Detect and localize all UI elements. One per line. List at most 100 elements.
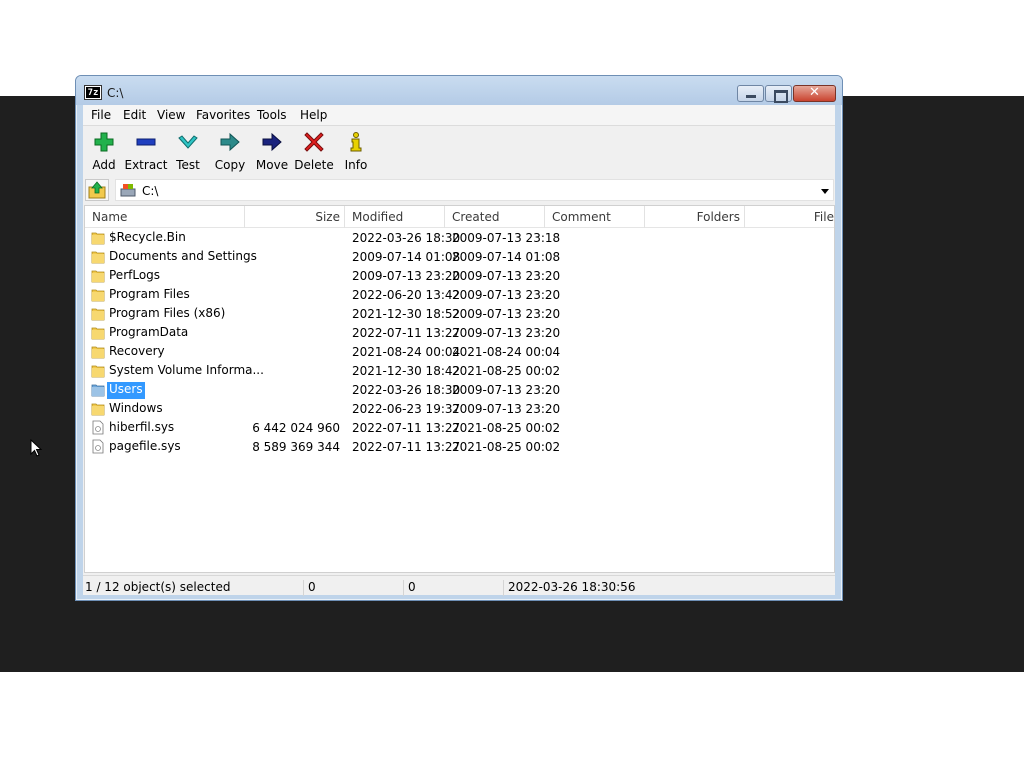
move-arrow-icon <box>262 132 282 152</box>
x-icon <box>304 132 324 152</box>
row-name: Windows <box>109 401 163 415</box>
table-row[interactable]: ProgramData 2022-07-11 13:27 2009-07-13 23… <box>85 323 834 342</box>
toolbar: Add Extract Test Copy Move Delete Info <box>83 125 835 177</box>
add-button[interactable]: Add <box>83 128 125 176</box>
close-icon: ✕ <box>809 85 820 100</box>
file-list[interactable]: Name Size Modified Created Comment Folde… <box>84 205 835 573</box>
up-folder-button[interactable] <box>85 179 109 201</box>
app-icon: 7z <box>84 85 102 100</box>
row-created: 2009-07-13 23:20 <box>452 288 561 302</box>
column-folders[interactable]: Folders <box>645 206 745 228</box>
row-modified: 2022-03-26 18:30 <box>352 231 461 245</box>
row-created: 2009-07-13 23:20 <box>452 383 561 397</box>
menu-edit[interactable]: Edit <box>123 108 146 122</box>
row-created: 2021-08-24 00:04 <box>452 345 561 359</box>
menu-view[interactable]: View <box>157 108 185 122</box>
row-created: 2021-08-25 00:02 <box>452 421 561 435</box>
window-client: File Edit View Favorites Tools Help Add … <box>83 105 835 596</box>
column-name[interactable]: Name <box>85 206 245 228</box>
table-row[interactable]: Windows 2022-06-23 19:37 2009-07-13 23:20 <box>85 399 834 418</box>
folder-icon <box>91 251 105 264</box>
maximize-button[interactable] <box>765 85 792 103</box>
column-size[interactable]: Size <box>245 206 345 228</box>
table-row[interactable]: Users 2022-03-26 18:30 2009-07-13 23:20 <box>85 380 834 399</box>
row-created: 2009-07-13 23:20 <box>452 269 561 283</box>
move-button[interactable]: Move <box>251 128 293 176</box>
minus-icon <box>136 138 156 146</box>
column-created[interactable]: Created <box>445 206 545 228</box>
row-name: pagefile.sys <box>109 439 181 453</box>
address-field[interactable]: C:\ <box>115 179 834 201</box>
row-created: 2021-08-25 00:02 <box>452 440 561 454</box>
row-modified: 2021-12-30 18:42 <box>352 364 461 378</box>
copy-button[interactable]: Copy <box>209 128 251 176</box>
close-button[interactable]: ✕ <box>793 85 836 102</box>
copy-arrow-icon <box>220 132 240 152</box>
info-icon <box>350 132 362 152</box>
row-size: 8 589 369 344 <box>252 440 340 454</box>
status-selection: 1 / 12 object(s) selected <box>85 580 231 594</box>
row-name: Recovery <box>109 344 165 358</box>
folder-icon <box>91 346 105 359</box>
row-created: 2009-07-13 23:20 <box>452 326 561 340</box>
test-button[interactable]: Test <box>167 128 209 176</box>
window-title: C:\ <box>107 86 124 100</box>
row-name: Documents and Settings <box>109 249 257 263</box>
row-modified: 2009-07-13 23:20 <box>352 269 461 283</box>
table-row[interactable]: Program Files 2022-06-20 13:42 2009-07-13 … <box>85 285 834 304</box>
file-icon <box>92 420 104 435</box>
7zip-window: 7z C:\ ✕ File Edit View Favorites Tools … <box>75 75 843 601</box>
row-modified: 2009-07-14 01:08 <box>352 250 461 264</box>
delete-button[interactable]: Delete <box>293 128 335 176</box>
extract-button[interactable]: Extract <box>125 128 167 176</box>
status-size: 0 <box>303 580 403 596</box>
plus-icon <box>94 132 114 152</box>
table-row[interactable]: PerfLogs 2009-07-13 23:20 2009-07-13 23:20 <box>85 266 834 285</box>
title-bar[interactable]: 7z C:\ ✕ <box>76 76 842 105</box>
menu-help[interactable]: Help <box>300 108 327 122</box>
column-header: Name Size Modified Created Comment Folde… <box>85 206 834 228</box>
row-modified: 2021-12-30 18:52 <box>352 307 461 321</box>
row-modified: 2022-03-26 18:30 <box>352 383 461 397</box>
chevron-down-icon[interactable] <box>821 189 829 194</box>
menu-tools[interactable]: Tools <box>257 108 287 122</box>
table-row[interactable]: $Recycle.Bin 2022-03-26 18:30 2009-07-13 2… <box>85 228 834 247</box>
row-size: 6 442 024 960 <box>252 421 340 435</box>
menu-file[interactable]: File <box>91 108 111 122</box>
mouse-cursor-icon <box>30 439 43 457</box>
folder-icon <box>91 232 105 245</box>
row-modified: 2022-07-11 13:27 <box>352 421 461 435</box>
folder-icon <box>91 403 105 416</box>
row-modified: 2022-06-23 19:37 <box>352 402 461 416</box>
row-created: 2009-07-14 01:08 <box>452 250 561 264</box>
row-created: 2021-08-25 00:02 <box>452 364 561 378</box>
menu-bar: File Edit View Favorites Tools Help <box>83 105 835 125</box>
table-row[interactable]: pagefile.sys 8 589 369 344 2022-07-11 13:2… <box>85 437 834 456</box>
check-icon <box>178 135 198 149</box>
column-comment[interactable]: Comment <box>545 206 645 228</box>
table-row[interactable]: System Volume Informa... 2021-12-30 18:42… <box>85 361 834 380</box>
drive-icon <box>120 184 136 197</box>
address-path: C:\ <box>142 184 159 198</box>
status-date: 2022-03-26 18:30:56 <box>503 580 703 596</box>
info-label: Info <box>344 158 368 172</box>
row-name: Program Files (x86) <box>109 306 226 320</box>
table-row[interactable]: Documents and Settings 2009-07-14 01:08 20… <box>85 247 834 266</box>
address-bar: C:\ <box>83 178 835 202</box>
table-row[interactable]: Recovery 2021-08-24 00:04 2021-08-24 00:04 <box>85 342 834 361</box>
folder-icon <box>91 270 105 283</box>
menu-favorites[interactable]: Favorites <box>196 108 250 122</box>
row-modified: 2022-06-20 13:42 <box>352 288 461 302</box>
row-name: ProgramData <box>109 325 189 339</box>
folder-icon <box>91 308 105 321</box>
column-files[interactable]: File <box>745 206 834 228</box>
minimize-button[interactable] <box>737 85 764 102</box>
table-row[interactable]: Program Files (x86) 2021-12-30 18:52 2009-… <box>85 304 834 323</box>
row-created: 2009-07-13 23:18 <box>452 231 561 245</box>
folder-icon <box>91 327 105 340</box>
column-modified[interactable]: Modified <box>345 206 445 228</box>
info-button[interactable]: Info <box>335 128 377 176</box>
row-modified: 2022-07-11 13:27 <box>352 440 461 454</box>
status-packed: 0 <box>403 580 503 596</box>
table-row[interactable]: hiberfil.sys 6 442 024 960 2022-07-11 13:2… <box>85 418 834 437</box>
